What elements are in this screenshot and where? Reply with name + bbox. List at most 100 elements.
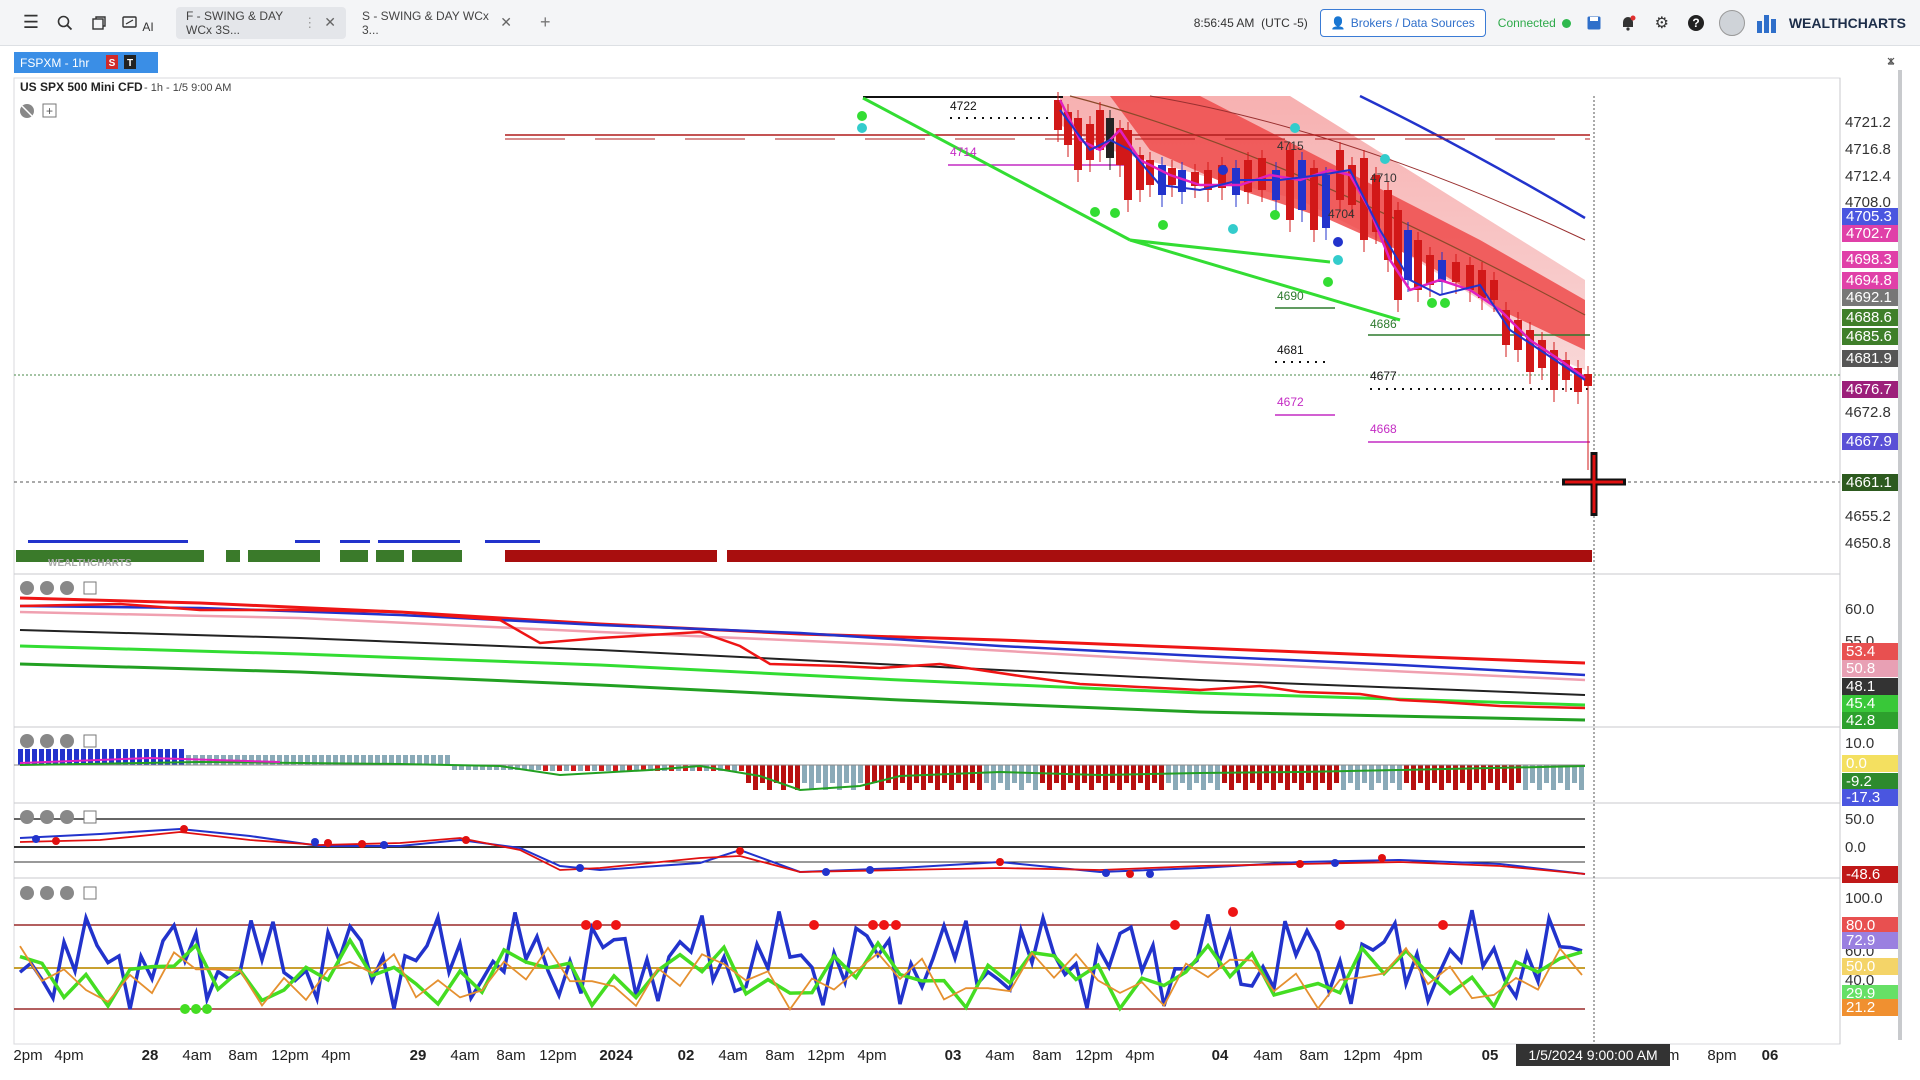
expand-icon[interactable]	[1887, 57, 1895, 65]
move-up-icon[interactable]	[60, 581, 74, 595]
candle	[1086, 124, 1094, 160]
time-tick: 2024	[599, 1047, 633, 1064]
top-toolbar: ☰ AI F - SWING & DAY WCx 3S... ⋮ ✕ S - S…	[0, 0, 1920, 46]
candle	[1298, 160, 1306, 210]
price-badge-label: 50.8	[1846, 660, 1875, 677]
hide-indicator-icon[interactable]	[20, 581, 34, 595]
user-icon: 👤	[1330, 16, 1346, 30]
time-axis[interactable]: 2pm 4pm 28 4am 8am 12pm 4pm 29 4am 8am 12pm 2024 02 4…	[13, 1047, 1778, 1064]
sub-panel-controls	[20, 581, 97, 900]
momentum-histogram	[18, 749, 1584, 790]
histogram-bar	[1215, 765, 1220, 790]
move-up-icon[interactable]	[60, 734, 74, 748]
move-up-icon[interactable]	[60, 810, 74, 824]
save-icon[interactable]	[1583, 12, 1605, 34]
histogram-bar	[1089, 765, 1094, 790]
menu-icon[interactable]: ☰	[14, 6, 48, 40]
collapse-icon[interactable]	[40, 581, 54, 595]
price-badge-label: -17.3	[1846, 789, 1880, 806]
help-icon[interactable]: ?	[1685, 12, 1707, 34]
brokers-button[interactable]: 👤 Brokers / Data Sources	[1319, 9, 1486, 37]
histogram-bar	[1222, 765, 1227, 783]
price-axis[interactable]: 4721.24716.84712.44708.04672.84655.24650…	[1842, 114, 1900, 1016]
level-label: 4690	[1277, 289, 1304, 303]
collapse-icon[interactable]	[40, 886, 54, 900]
histogram-bar	[74, 749, 79, 765]
add-indicator-icon[interactable]	[83, 810, 97, 824]
price-badge-label: 45.4	[1846, 695, 1875, 712]
candle	[1452, 262, 1460, 282]
bell-icon[interactable]	[1617, 12, 1639, 34]
ai-assistant-icon[interactable]: AI	[116, 6, 160, 40]
price-badge-label: 50.0	[1846, 958, 1875, 975]
level-label: 4722	[950, 99, 977, 113]
search-icon[interactable]	[48, 6, 82, 40]
histogram-bar	[95, 749, 100, 765]
time-tick: 4pm	[54, 1047, 83, 1064]
svg-text:+: +	[46, 104, 53, 118]
histogram-bar	[998, 765, 1003, 783]
wealthcharts-logo-icon	[1756, 13, 1783, 33]
avatar[interactable]	[1718, 10, 1745, 36]
histogram-bar	[844, 765, 849, 783]
price-tick: 50.0	[1845, 811, 1874, 828]
hide-indicator-icon[interactable]	[20, 810, 34, 824]
tab-close-icon[interactable]: ✕	[324, 14, 336, 31]
histogram-bar	[1047, 765, 1052, 790]
collapse-icon[interactable]	[40, 734, 54, 748]
layouts-icon[interactable]	[82, 6, 116, 40]
histogram-bar	[1334, 765, 1339, 783]
tab-swing-day-f[interactable]: F - SWING & DAY WCx 3S... ⋮ ✕	[176, 6, 346, 39]
histogram-bar	[935, 765, 940, 790]
histogram-bar	[1446, 765, 1451, 783]
price-badge-label: 0.0	[1846, 755, 1867, 772]
add-indicator-icon[interactable]	[83, 734, 97, 748]
trend-bar-strip	[16, 540, 1592, 562]
histogram-bar	[585, 765, 590, 771]
histogram-bar	[823, 765, 828, 790]
histogram-bar	[1404, 765, 1409, 783]
candle	[1054, 100, 1062, 130]
histogram-bar	[81, 749, 86, 765]
hide-indicator-icon[interactable]	[20, 886, 34, 900]
histogram-bar	[564, 765, 569, 771]
price-tick: 4712.4	[1845, 168, 1891, 185]
time-tick: 8am	[228, 1047, 257, 1064]
add-indicator-icon[interactable]	[83, 886, 97, 900]
move-up-icon[interactable]	[60, 886, 74, 900]
histogram-bar	[1292, 765, 1297, 783]
tab-options-icon[interactable]: ⋮	[303, 15, 316, 31]
histogram-bar	[732, 765, 737, 771]
trend-line-green	[1129, 238, 1401, 322]
time-tick: 02	[678, 1047, 695, 1064]
collapse-icon[interactable]	[40, 810, 54, 824]
chart-area[interactable]: FSPXM - 1hr S T US SPX 500 Mini CFD - 1h…	[0, 46, 1920, 1080]
time-tick: 04	[1212, 1047, 1229, 1064]
time-tick: 2pm	[13, 1047, 42, 1064]
connection-status: Connected	[1498, 16, 1571, 30]
new-tab-icon[interactable]: +	[540, 12, 551, 33]
histogram-bar	[1201, 765, 1206, 790]
svg-text:S: S	[109, 58, 116, 69]
histogram-bar	[809, 765, 814, 790]
tab-close-icon[interactable]: ✕	[500, 14, 512, 31]
histogram-bar	[830, 765, 835, 783]
time-tick: 03	[945, 1047, 962, 1064]
histogram-bar	[1117, 765, 1122, 790]
histogram-bar	[991, 765, 996, 790]
symbol-info: - 1h - 1/5 9:00 AM	[144, 82, 231, 94]
histogram-bar	[816, 765, 821, 783]
tab-swing-day-s[interactable]: S - SWING & DAY WCx 3... ✕	[352, 7, 522, 39]
price-badge-label: -48.6	[1846, 866, 1880, 883]
crosshair-cursor-icon[interactable]	[1562, 452, 1626, 516]
histogram-bar	[1355, 765, 1360, 790]
histogram-bar	[431, 755, 436, 765]
settings-gear-icon[interactable]: ⚙	[1651, 12, 1673, 34]
add-indicator-icon[interactable]	[83, 581, 97, 595]
price-tick: 4716.8	[1845, 141, 1891, 158]
histogram-bar	[613, 765, 618, 771]
hide-indicator-icon[interactable]	[20, 734, 34, 748]
time-tick: 8am	[765, 1047, 794, 1064]
histogram-bar	[529, 765, 534, 770]
price-badge-label: 53.4	[1846, 643, 1875, 660]
